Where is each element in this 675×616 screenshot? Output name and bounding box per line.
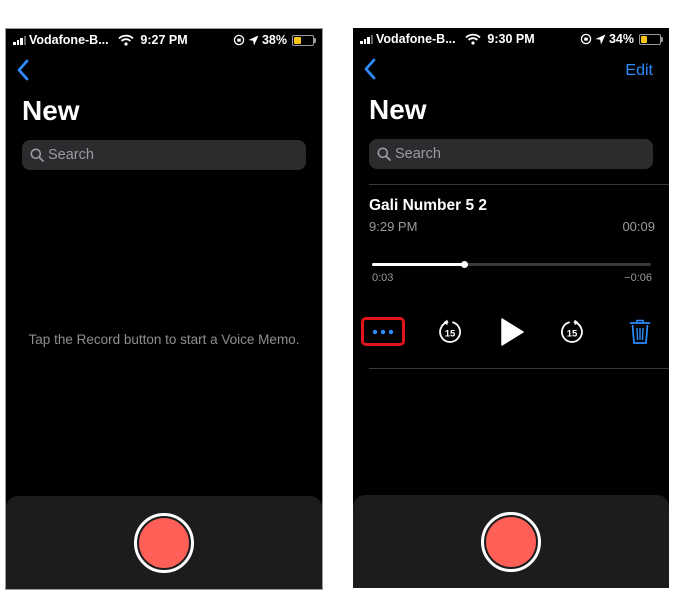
battery-fill	[294, 36, 301, 44]
search-icon	[30, 148, 44, 162]
skip-back-15-icon: 15	[439, 319, 461, 343]
phone-screen-empty: Vodafone-B... 9:27 PM 38% New Search Tap…	[5, 28, 323, 590]
record-dot	[139, 518, 189, 568]
battery-fill	[641, 35, 648, 43]
battery-percent: 34%	[608, 32, 634, 46]
delete-button[interactable]	[627, 318, 653, 346]
phone-screen-recording: Vodafone-B... 9:30 PM 34% Edit New Searc…	[353, 28, 669, 588]
empty-state-message: Tap the Record button to start a Voice M…	[28, 332, 300, 347]
orientation-lock-icon	[580, 33, 592, 45]
record-panel	[6, 496, 322, 589]
more-options-button[interactable]	[361, 317, 405, 346]
wifi-icon	[465, 33, 481, 45]
skip-forward-label: 15	[567, 328, 578, 339]
status-right: 38%	[233, 33, 316, 47]
scrubber-thumb[interactable]	[461, 260, 469, 268]
battery-icon	[292, 34, 316, 46]
record-button[interactable]	[134, 513, 194, 573]
record-dot	[486, 517, 536, 567]
more-options-icon	[372, 329, 394, 334]
search-input[interactable]: Search	[369, 139, 653, 169]
skip-back-button[interactable]: 15	[436, 318, 464, 346]
time-elapsed: 0:03	[372, 272, 394, 284]
carrier-name: Vodafone-B...	[29, 33, 109, 47]
cellular-signal-icon	[13, 35, 26, 45]
scrubber-progress	[372, 263, 465, 266]
play-button[interactable]	[496, 316, 528, 348]
wifi-icon	[118, 34, 134, 46]
status-left: Vodafone-B...	[13, 33, 134, 47]
trash-icon	[629, 319, 651, 344]
skip-forward-15-icon: 15	[561, 319, 583, 343]
record-button[interactable]	[481, 512, 541, 572]
page-title: New	[369, 94, 427, 125]
cellular-signal-icon	[360, 34, 373, 44]
time-remaining: −0:06	[624, 272, 652, 284]
memo-date: 9:29 PM	[369, 219, 418, 234]
status-bar: Vodafone-B... 9:30 PM 34%	[353, 28, 669, 50]
battery-icon	[639, 33, 663, 45]
skip-forward-button[interactable]: 15	[558, 318, 586, 346]
carrier-name: Vodafone-B...	[376, 32, 456, 46]
status-right: 34%	[580, 32, 663, 46]
playback-scrubber[interactable]	[372, 260, 651, 268]
search-icon	[377, 147, 391, 161]
page-title: New	[22, 95, 80, 126]
skip-back-label: 15	[445, 328, 456, 339]
play-icon	[501, 318, 524, 346]
battery-percent: 38%	[261, 33, 287, 47]
back-chevron-icon[interactable]	[15, 58, 31, 82]
location-arrow-icon	[248, 35, 259, 45]
memo-duration: 00:09	[622, 219, 655, 234]
orientation-lock-icon	[233, 34, 245, 46]
record-panel	[353, 495, 669, 588]
search-input[interactable]: Search	[22, 140, 306, 170]
status-bar: Vodafone-B... 9:27 PM 38%	[6, 29, 322, 51]
list-separator-bottom	[369, 368, 669, 369]
edit-button[interactable]: Edit	[625, 62, 653, 80]
location-arrow-icon	[595, 34, 606, 44]
back-chevron-icon[interactable]	[362, 57, 378, 81]
search-placeholder: Search	[395, 146, 441, 162]
list-separator-top	[369, 184, 669, 185]
memo-name[interactable]: Gali Number 5 2	[369, 197, 487, 215]
search-placeholder: Search	[48, 147, 94, 163]
status-left: Vodafone-B...	[360, 32, 481, 46]
